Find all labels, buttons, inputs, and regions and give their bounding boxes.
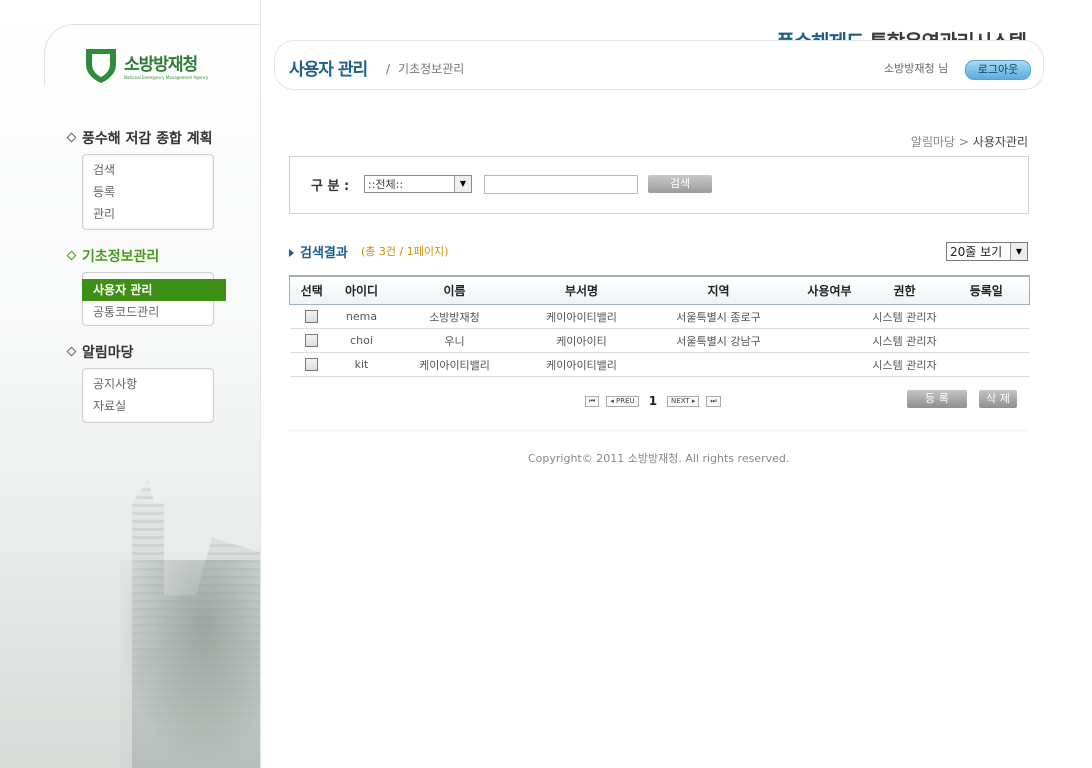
footer-divider [289, 430, 1027, 431]
diamond-bullet-icon [66, 250, 77, 260]
cell-role: 시스템 관리자 [865, 304, 944, 329]
column-header: 사용여부 [793, 275, 866, 305]
row-checkbox[interactable] [305, 358, 318, 372]
search-panel: 구 분 : ::전체:: ▼ 검색 [289, 156, 1029, 214]
page-number[interactable]: 1 [649, 394, 657, 408]
cell-dept: 케이아이티밸리 [519, 304, 644, 329]
sidebar-item-common-code[interactable]: 공통코드관리 [83, 301, 213, 323]
diamond-bullet-icon [66, 346, 77, 356]
cell-use [793, 352, 866, 377]
search-button[interactable]: 검색 [648, 175, 712, 193]
page-subtitle: / 기초정보관리 [386, 60, 464, 77]
cell-date [943, 304, 1030, 329]
breadcrumb: 알림마당 > 사용자관리 [911, 133, 1028, 150]
chevron-down-icon[interactable]: ▼ [454, 176, 471, 192]
delete-button[interactable]: 삭 제 [979, 390, 1017, 408]
cell-use [793, 304, 866, 329]
cell-name: 우니 [389, 328, 520, 353]
register-button[interactable]: 등 록 [907, 390, 967, 408]
table-row[interactable]: kit 케이아이티밸리 케이아이티밸리 시스템 관리자 [289, 352, 1030, 377]
cell-date [943, 328, 1030, 353]
result-title-text: 검색결과 [300, 246, 348, 261]
row-checkbox[interactable] [305, 334, 318, 348]
result-count: (총 3건 / 1페이지) [361, 245, 449, 258]
logout-button[interactable]: 로그아웃 [965, 60, 1031, 80]
menu-group-plan[interactable]: 풍수해 저감 종합 계획 [66, 128, 213, 148]
triangle-bullet-icon [289, 249, 294, 257]
cell-region: 서울특별시 종로구 [643, 304, 794, 329]
column-header: 권한 [865, 275, 944, 305]
logo-name-en: National Emergency Management Agency [124, 75, 209, 80]
sidebar-item-library[interactable]: 자료실 [83, 395, 213, 417]
logo[interactable]: 소방방재청 National Emergency Management Agen… [84, 46, 208, 84]
menu-box-basic-info: 사용자 관리 공통코드관리 [82, 272, 226, 326]
shield-logo-icon [86, 49, 116, 83]
table-row[interactable]: choi 우니 케이아이티 서울특별시 강남구 시스템 관리자 [289, 328, 1030, 353]
cell-id: choi [333, 328, 390, 353]
cell-id: nema [333, 304, 390, 329]
search-category-value: ::전체:: [368, 178, 404, 191]
user-name: 소방방재청 님 [884, 62, 949, 75]
column-header: 부서명 [519, 275, 644, 305]
cell-role: 시스템 관리자 [865, 328, 944, 353]
diamond-bullet-icon [66, 132, 77, 142]
last-page-icon[interactable]: ⏭ [706, 395, 721, 407]
column-header: 선택 [289, 275, 334, 305]
cell-name: 소방방재청 [389, 304, 520, 329]
copyright: Copyright© 2011 소방방재청. All rights reserv… [528, 452, 790, 465]
cell-region [643, 352, 794, 377]
cell-role: 시스템 관리자 [865, 352, 944, 377]
rows-per-page-select[interactable]: 20줄 보기 ▼ [946, 242, 1028, 261]
search-category-select[interactable]: ::전체:: ▼ [364, 175, 472, 193]
menu-group-title: 알림마당 [82, 345, 134, 361]
menu-box-plan: 검색 등록 관리 [82, 154, 214, 230]
page-title: 사용자 관리 [289, 60, 368, 80]
breadcrumb-separator: > [958, 135, 969, 149]
cell-dept: 케이아이티밸리 [519, 352, 644, 377]
logo-name: 소방방재청 [124, 55, 198, 75]
menu-group-notice[interactable]: 알림마당 [66, 342, 134, 362]
breadcrumb-current: 사용자관리 [972, 135, 1028, 149]
cell-use [793, 328, 866, 353]
menu-group-title: 기초정보관리 [82, 249, 160, 265]
row-checkbox[interactable] [305, 310, 318, 324]
page-title-separator: / [386, 62, 391, 76]
user-table: 선택 아이디 이름 부서명 지역 사용여부 권한 등록일 nema 소방방재청 … [289, 275, 1030, 377]
search-category-label: 구 분 : [311, 179, 350, 194]
table-header-row: 선택 아이디 이름 부서명 지역 사용여부 권한 등록일 [289, 275, 1030, 305]
cell-region: 서울특별시 강남구 [643, 328, 794, 353]
result-title: 검색결과 [289, 242, 348, 261]
table-row[interactable]: nema 소방방재청 케이아이티밸리 서울특별시 종로구 시스템 관리자 [289, 304, 1030, 329]
sidebar-item-user-management[interactable]: 사용자 관리 [82, 279, 226, 301]
sidebar-item-notices[interactable]: 공지사항 [83, 373, 213, 395]
sidebar-item-search[interactable]: 검색 [83, 159, 213, 181]
trees-illustration [120, 560, 260, 768]
cell-date [943, 352, 1030, 377]
column-header: 이름 [389, 275, 520, 305]
column-header: 지역 [643, 275, 794, 305]
search-input[interactable] [484, 175, 638, 194]
menu-box-notice: 공지사항 자료실 [82, 368, 214, 423]
chevron-down-icon[interactable]: ▼ [1010, 243, 1027, 260]
cell-name: 케이아이티밸리 [389, 352, 520, 377]
prev-page-button[interactable]: ◂ PREU [606, 395, 639, 407]
cell-id: kit [333, 352, 390, 377]
menu-group-title: 풍수해 저감 종합 계획 [82, 131, 213, 147]
pagination: ⏮ ◂ PREU 1 NEXT ▸ ⏭ [585, 394, 721, 408]
sidebar-item-register[interactable]: 등록 [83, 181, 213, 203]
sidebar-item-manage[interactable]: 관리 [83, 203, 213, 225]
column-header: 등록일 [943, 275, 1030, 305]
column-header: 아이디 [333, 275, 390, 305]
cell-dept: 케이아이티 [519, 328, 644, 353]
breadcrumb-parent[interactable]: 알림마당 [911, 135, 955, 149]
first-page-icon[interactable]: ⏮ [585, 395, 600, 407]
page-subtitle-text: 기초정보관리 [398, 62, 465, 76]
next-page-button[interactable]: NEXT ▸ [667, 395, 700, 407]
rows-per-page-value: 20줄 보기 [950, 245, 1003, 259]
menu-group-basic-info[interactable]: 기초정보관리 [66, 246, 160, 266]
